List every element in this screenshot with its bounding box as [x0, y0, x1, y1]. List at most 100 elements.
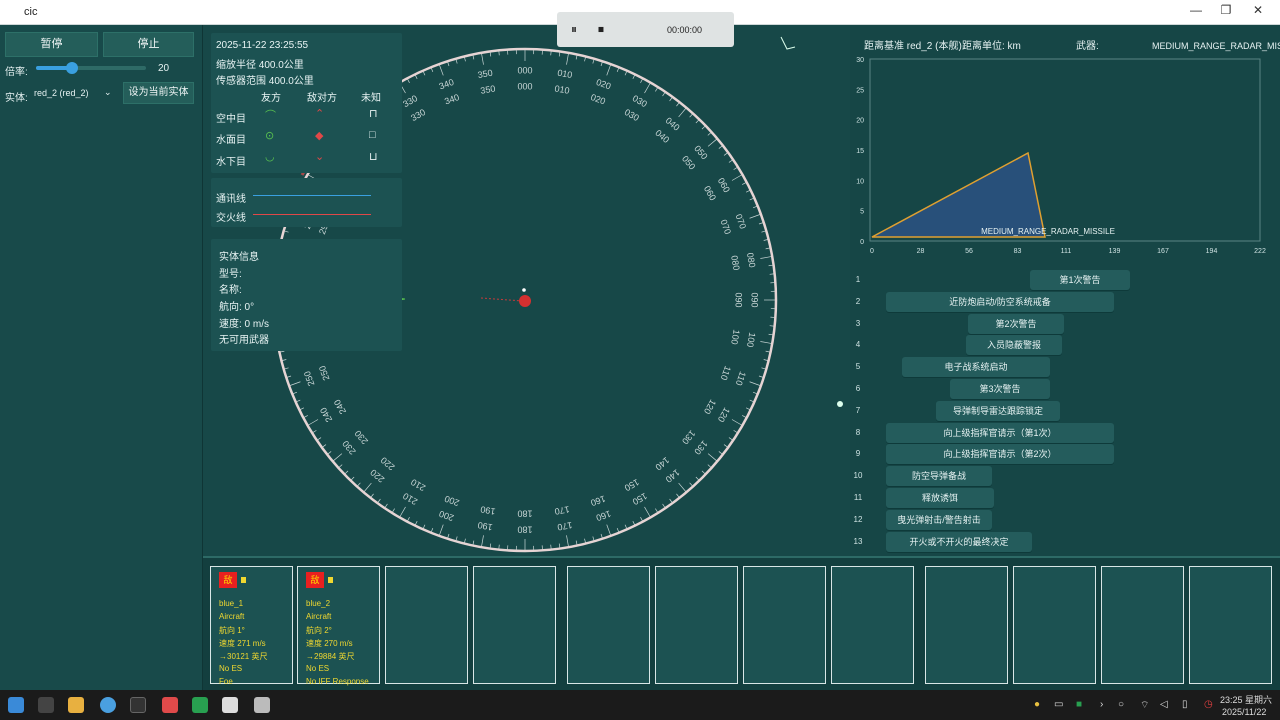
event-bar[interactable]: 向上级指挥官请示（第2次） [886, 444, 1114, 465]
alert-icon[interactable]: ◷ [1204, 699, 1213, 710]
heading-line [480, 297, 524, 302]
event-timeline: 1 第1次警告 2 近防炮启动/防空系统戒备 3 第2次警告 4 入员隐蔽警报 5 电子战系统启动… [850, 269, 1280, 556]
chat-tray-icon[interactable]: ○ [1118, 699, 1124, 710]
window-app-icon[interactable] [254, 697, 270, 713]
compass-tick [370, 493, 374, 498]
contact-card-blue-1[interactable]: 敌 blue_1 Aircraft 航向 1° 速度 271 m/s →3012… [210, 566, 293, 686]
entity-select[interactable]: red_2 (red_2) ⌄ [32, 85, 117, 103]
compass-label: 210 [401, 491, 419, 507]
maximize-button[interactable]: ❐ [1216, 3, 1236, 21]
compass-tick [472, 55, 475, 60]
event-bar[interactable]: 第3次警告 [950, 379, 1050, 399]
event-index: 10 [853, 471, 863, 481]
unknown-air-icon: ⊓ [369, 108, 378, 120]
compass-tick [616, 527, 619, 532]
compass-label: 150 [623, 477, 641, 493]
empty-card-slot [385, 566, 468, 684]
compass-tick [669, 498, 673, 503]
empty-card-slot [473, 566, 556, 684]
compass-tick [624, 524, 628, 529]
compass-label: 110 [719, 365, 733, 382]
hostile-flag-icon: 敌 [219, 572, 237, 588]
set-current-entity-button[interactable]: 设为当前实体 [123, 82, 194, 104]
file-explorer-icon[interactable] [68, 697, 84, 713]
event-bar[interactable]: 开火或不开火的最终决定 [886, 531, 1032, 552]
compass-tick [745, 190, 750, 193]
event-bar[interactable]: 第1次警告 [1030, 270, 1130, 290]
taskbar: ● ▭ ■ › ○ ⌔ ◁ ▯ ◷ 23:25 星期六 2025/11/22 [0, 690, 1280, 720]
event-bar[interactable]: 第2次警告 [968, 313, 1064, 334]
compass-tick [327, 451, 332, 455]
compass-tick [632, 520, 635, 525]
event-bar[interactable]: 释放诱饵 [886, 488, 994, 508]
task-view-icon[interactable] [38, 697, 54, 713]
keyboard-icon[interactable]: ▭ [1054, 699, 1063, 710]
document-icon[interactable] [222, 697, 238, 713]
compass-tick [606, 524, 611, 536]
media-pause-button[interactable]: ⏸ [571, 22, 577, 37]
notification-tray-icon[interactable]: ● [1034, 699, 1040, 710]
rate-slider[interactable] [36, 62, 146, 74]
close-button[interactable]: ✕ [1248, 3, 1268, 21]
media-stop-button[interactable]: ⏹ [598, 22, 604, 37]
compass-label: 330 [401, 93, 419, 109]
compass-label: 160 [589, 493, 607, 508]
compass-tick [284, 230, 289, 233]
stop-button[interactable]: 停止 [103, 32, 194, 57]
compass-tick [284, 367, 289, 370]
expand-tray-icon[interactable]: › [1100, 699, 1103, 710]
legend-header-friendly: 友方 [261, 93, 281, 104]
compass-tick [728, 437, 733, 441]
radar-view[interactable]: 000 000 010 010 020 020 030 030 040 040 050 050 060 0… [203, 25, 850, 556]
compass-tick [384, 503, 388, 508]
compass-label: 000 [517, 65, 532, 75]
event-index: 5 [855, 362, 861, 372]
event-bar[interactable]: 防空导弹备战 [886, 466, 992, 487]
compass-label: 110 [734, 370, 748, 387]
compass-tick [655, 87, 658, 92]
clock-time: 23:25 星期六 [1220, 695, 1273, 705]
start-icon[interactable] [8, 697, 24, 713]
wechat-tray-icon[interactable]: ■ [1076, 699, 1082, 710]
event-index: 7 [855, 405, 861, 415]
compass-tick [287, 375, 292, 378]
contact-card-blue-2[interactable]: 敌 blue_2 Aircraft 航向 2° 速度 270 m/s →2988… [297, 566, 380, 686]
app-icon[interactable] [162, 697, 178, 713]
compass-tick [439, 64, 444, 76]
event-bar[interactable]: 电子战系统启动 [902, 357, 1050, 378]
compass-tick [351, 476, 355, 481]
minimize-button[interactable]: — [1186, 3, 1206, 21]
rate-slider-handle[interactable] [66, 62, 79, 74]
compass-tick [765, 350, 770, 353]
event-bar[interactable]: 入员隐蔽警报 [966, 335, 1062, 356]
compass-label: 090 [750, 292, 760, 307]
compass-tick [644, 83, 651, 94]
compass-tick [749, 214, 761, 219]
event-index: 2 [855, 296, 861, 306]
x-tick-label: 222 [1254, 248, 1266, 255]
compass-tick [333, 453, 343, 461]
empty-card-slot [655, 566, 738, 684]
pause-button[interactable]: 暂停 [5, 32, 98, 57]
wechat-icon[interactable] [192, 697, 208, 713]
network-icon[interactable]: ⌔ [1140, 699, 1149, 712]
fire-line-label: 交火线 [216, 213, 246, 224]
unknown-subsurface-icon: ⊔ [369, 151, 378, 163]
y-tick-label: 0 [860, 239, 864, 246]
x-tick-label: 111 [1061, 248, 1072, 255]
event-bar[interactable]: 近防炮启动/防空系统戒备 [886, 291, 1114, 312]
compass-tick [344, 470, 349, 474]
event-bar[interactable]: 曳光弹射击/警告射击 [886, 509, 992, 530]
terminal-icon[interactable] [130, 697, 146, 713]
compass-tick [718, 451, 723, 455]
compass-tick [312, 430, 317, 433]
compass-tick [489, 52, 492, 57]
compass-tick [742, 182, 746, 185]
battery-icon[interactable]: ▯ [1182, 699, 1188, 710]
entity-select-value: red_2 (red_2) [34, 88, 89, 98]
event-bar[interactable]: 导弹制导雷达跟踪锁定 [936, 400, 1060, 421]
compass-tick [695, 119, 699, 124]
browser-icon[interactable] [100, 697, 116, 713]
volume-icon[interactable]: ◁ [1160, 699, 1168, 710]
event-bar[interactable]: 向上级指挥官请示（第1次） [886, 422, 1114, 443]
